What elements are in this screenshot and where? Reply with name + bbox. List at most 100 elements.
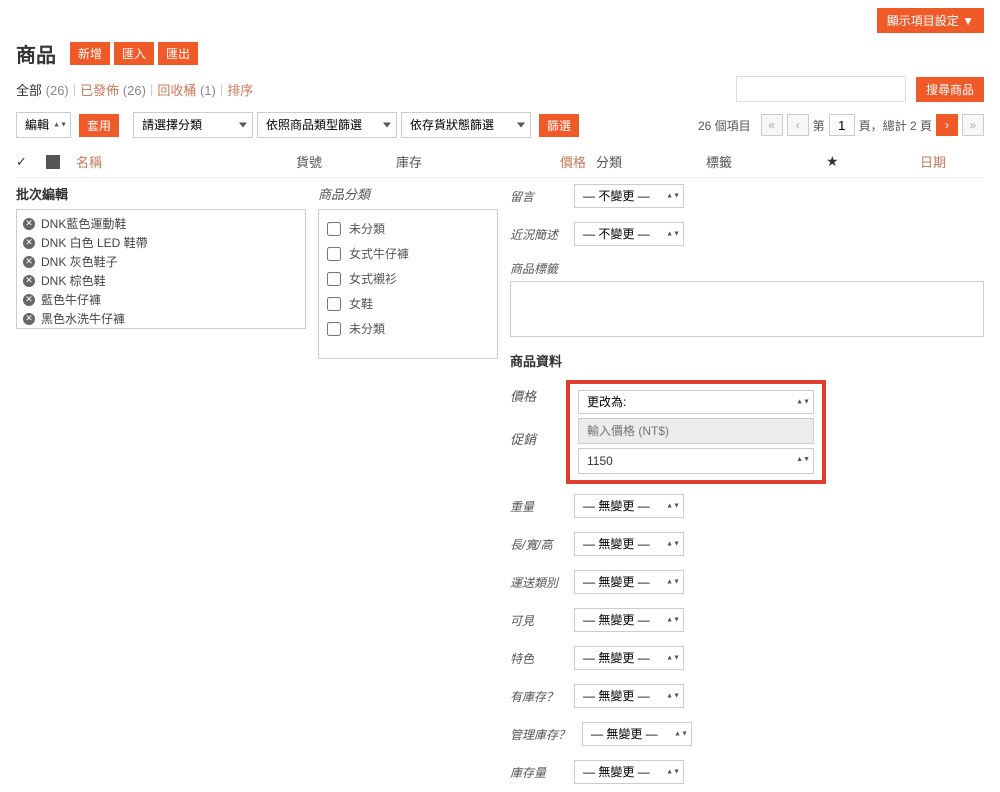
col-price[interactable]: 價格 <box>496 152 596 171</box>
display-settings-label: 顯示項目設定 <box>887 14 959 28</box>
dims-field: 長/寬/高 — 無變更 — ▲▼ <box>510 532 984 556</box>
table-header: 名稱 貨號 庫存 價格 分類 標籤 ★ 日期 <box>16 146 984 178</box>
category-checkbox[interactable] <box>327 322 341 336</box>
apply-button[interactable]: 套用 <box>79 114 119 137</box>
category-checkbox[interactable] <box>327 247 341 261</box>
tab-published[interactable]: 已發佈 (26) <box>80 80 146 99</box>
price-highlight-box: 更改為: ▲▼ ▲▼ <box>566 380 826 484</box>
visible-select[interactable]: — 無變更 — ▲▼ <box>574 608 684 632</box>
list-item: 未分類 <box>327 216 489 241</box>
export-button[interactable]: 匯出 <box>158 42 198 65</box>
sale-label: 促銷 <box>510 429 560 448</box>
pager-first-button[interactable]: « <box>761 114 783 136</box>
has-stock-label: 有庫存？ <box>510 688 570 705</box>
search-input[interactable] <box>736 76 906 102</box>
import-button[interactable]: 匯入 <box>114 42 154 65</box>
list-item: 女式牛仔褲 <box>327 241 489 266</box>
display-settings-button[interactable]: 顯示項目設定 ▼ <box>877 8 984 33</box>
visible-label: 可見 <box>510 612 570 629</box>
search-button[interactable]: 搜尋商品 <box>916 77 984 102</box>
category-checkbox[interactable] <box>327 297 341 311</box>
shipping-label: 運送類別 <box>510 574 570 591</box>
status-select[interactable]: — 不變更 — ▲▼ <box>574 222 684 246</box>
batch-edit-header: 批次編輯 <box>16 184 306 203</box>
pager-page-input[interactable] <box>829 114 855 136</box>
select-all-checkbox[interactable] <box>16 154 46 170</box>
featured-field: 特色 — 無變更 — ▲▼ <box>510 646 984 670</box>
remove-icon[interactable]: ✕ <box>23 237 35 249</box>
list-item: ✕黑色水洗牛仔褲 <box>23 309 299 328</box>
comment-field: 留言 — 不變更 — ▲▼ <box>510 184 984 208</box>
image-column-icon <box>46 155 60 169</box>
pager-page-post: 頁，總計 2 頁 <box>859 117 932 134</box>
stock-qty-field: 庫存量 — 無變更 — ▲▼ <box>510 760 984 784</box>
stock-qty-label: 庫存量 <box>510 764 570 781</box>
price-input[interactable] <box>578 418 814 444</box>
pager-next-button[interactable]: › <box>936 114 958 136</box>
dims-select[interactable]: — 無變更 — ▲▼ <box>574 532 684 556</box>
category-header: 商品分類 <box>318 184 498 203</box>
tags-textarea[interactable] <box>510 281 984 337</box>
stock-qty-select[interactable]: — 無變更 — ▲▼ <box>574 760 684 784</box>
col-sku[interactable]: 貨號 <box>296 152 396 171</box>
bulk-action-select[interactable]: 編輯 ▲▼ <box>16 112 71 138</box>
tab-all[interactable]: 全部 (26) <box>16 80 69 99</box>
weight-select[interactable]: — 無變更 — ▲▼ <box>574 494 684 518</box>
tags-field: 商品標籤 <box>510 260 984 337</box>
new-button[interactable]: 新增 <box>70 42 110 65</box>
shipping-field: 運送類別 — 無變更 — ▲▼ <box>510 570 984 594</box>
manage-stock-label: 管理庫存？ <box>510 726 582 743</box>
visible-field: 可見 — 無變更 — ▲▼ <box>510 608 984 632</box>
weight-field: 重量 — 無變更 — ▲▼ <box>510 494 984 518</box>
comment-select[interactable]: — 不變更 — ▲▼ <box>574 184 684 208</box>
category-filter-select[interactable]: 請選擇分類 <box>133 112 253 138</box>
has-stock-field: 有庫存？ — 無變更 — ▲▼ <box>510 684 984 708</box>
remove-icon[interactable]: ✕ <box>23 275 35 287</box>
pager-prev-button[interactable]: ‹ <box>787 114 809 136</box>
list-item: ✕藍色牛仔褲 <box>23 290 299 309</box>
shipping-select[interactable]: — 無變更 — ▲▼ <box>574 570 684 594</box>
weight-label: 重量 <box>510 498 570 515</box>
list-item: 女式襯衫 <box>327 266 489 291</box>
list-item: ✕DNK 棕色鞋 <box>23 271 299 290</box>
separator: | <box>73 82 76 97</box>
filter-button[interactable]: 篩選 <box>539 114 579 137</box>
tab-trash[interactable]: 回收桶 (1) <box>157 80 216 99</box>
list-item: 未分類 <box>327 316 489 341</box>
remove-icon[interactable]: ✕ <box>23 218 35 230</box>
remove-icon[interactable]: ✕ <box>23 256 35 268</box>
remove-icon[interactable]: ✕ <box>23 294 35 306</box>
col-category[interactable]: 分類 <box>596 152 706 171</box>
pager-last-button[interactable]: » <box>962 114 984 136</box>
list-item: ✕DNK 灰色鞋子 <box>23 252 299 271</box>
chevron-updown-icon: ▲▼ <box>796 456 810 463</box>
col-tags[interactable]: 標籤 <box>706 152 826 171</box>
sale-input[interactable] <box>578 448 814 474</box>
comment-label: 留言 <box>510 188 570 205</box>
col-stock[interactable]: 庫存 <box>396 152 496 171</box>
tab-sort[interactable]: 排序 <box>227 80 253 99</box>
price-label: 價格 <box>510 386 560 405</box>
category-checkbox[interactable] <box>327 272 341 286</box>
product-type-filter-select[interactable]: 依照商品類型篩選 <box>257 112 397 138</box>
list-item: 女鞋 <box>327 291 489 316</box>
featured-select[interactable]: — 無變更 — ▲▼ <box>574 646 684 670</box>
category-list[interactable]: 未分類 女式牛仔褲 女式襯衫 女鞋 未分類 <box>318 209 498 359</box>
list-item: ✕DNK藍色運動鞋 <box>23 214 299 233</box>
batch-product-list[interactable]: ✕DNK藍色運動鞋 ✕DNK 白色 LED 鞋帶 ✕DNK 灰色鞋子 ✕DNK … <box>16 209 306 329</box>
col-date[interactable]: 日期 <box>866 152 946 171</box>
stock-status-filter-select[interactable]: 依存貨狀態篩選 <box>401 112 531 138</box>
remove-icon[interactable]: ✕ <box>23 313 35 325</box>
separator: | <box>220 82 223 97</box>
star-column-icon: ★ <box>826 153 866 170</box>
pager-page-pre: 第 <box>813 117 825 134</box>
category-checkbox[interactable] <box>327 222 341 236</box>
manage-stock-select[interactable]: — 無變更 — ▲▼ <box>582 722 692 746</box>
dims-label: 長/寬/高 <box>510 536 570 553</box>
page-title: 商品 <box>16 39 56 68</box>
has-stock-select[interactable]: — 無變更 — ▲▼ <box>574 684 684 708</box>
list-item: ✕基本藍色牛仔褲 <box>23 328 299 329</box>
separator: | <box>150 82 153 97</box>
price-action-select[interactable]: 更改為: ▲▼ <box>578 390 814 414</box>
col-name[interactable]: 名稱 <box>76 152 296 171</box>
